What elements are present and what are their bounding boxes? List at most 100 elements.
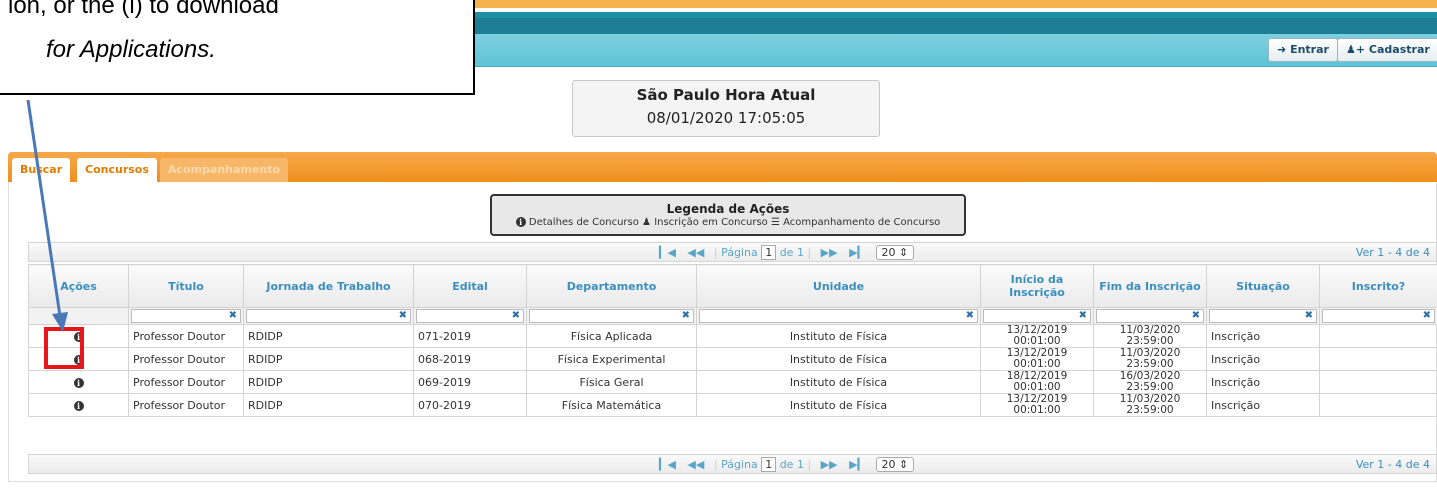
- clock-datetime: 08/01/2020 17:05:05: [646, 109, 806, 127]
- info-icon[interactable]: i: [73, 377, 84, 388]
- clear-filter-icon[interactable]: ✖: [1076, 311, 1090, 321]
- prev-page-icon[interactable]: ◀◀: [687, 458, 704, 471]
- register-button[interactable]: ♟+ Cadastrar: [1337, 38, 1437, 62]
- filter-inscrito[interactable]: ✖: [1319, 307, 1437, 325]
- legend-details: Detalhes de Concurso: [528, 217, 639, 228]
- clear-filter-icon[interactable]: ✖: [396, 311, 410, 321]
- col-departamento[interactable]: Departamento: [526, 264, 697, 308]
- clock-box: São Paulo Hora Atual 08/01/2020 17:05:05: [572, 80, 880, 137]
- page-input[interactable]: 1: [761, 245, 777, 260]
- first-page-icon[interactable]: ▎◀: [659, 246, 676, 259]
- filter-titulo[interactable]: ✖: [128, 307, 244, 325]
- cell-fim: 16/03/2020 23:59:00: [1093, 370, 1207, 394]
- cell-jornada: RDIDP: [243, 370, 414, 394]
- cell-edital: 070-2019: [413, 393, 527, 417]
- col-situacao[interactable]: Situação: [1206, 264, 1320, 308]
- legend-title: Legenda de Ações: [666, 202, 790, 216]
- actions-cell: i: [28, 393, 129, 417]
- tab-buscar[interactable]: Buscar: [12, 158, 71, 182]
- register-label: Cadastrar: [1368, 43, 1430, 56]
- callout-line-2: for Applications.: [46, 36, 216, 63]
- tab-concursos[interactable]: Concursos: [77, 158, 157, 182]
- records-range: Ver 1 - 4 de 4: [1355, 246, 1430, 259]
- col-titulo[interactable]: Título: [128, 264, 244, 308]
- callout-line-1: ion, or the (i) to download: [8, 0, 279, 19]
- tab-acompanhamento[interactable]: Acompanhamento: [160, 158, 289, 182]
- clear-filter-icon[interactable]: ✖: [509, 311, 523, 321]
- col-inicio[interactable]: Início da Inscrição: [980, 264, 1094, 308]
- next-page-icon[interactable]: ▶▶: [821, 246, 838, 259]
- first-page-icon[interactable]: ▎◀: [659, 458, 676, 471]
- cell-unidade: Instituto de Física: [696, 393, 981, 417]
- actions-legend: Legenda de Ações i Detalhes de Concurso …: [490, 194, 966, 236]
- page-of-label: de 1: [779, 246, 804, 259]
- clear-filter-icon[interactable]: ✖: [226, 311, 240, 321]
- info-icon[interactable]: i: [73, 400, 84, 411]
- cell-situacao: Inscrição: [1206, 324, 1320, 348]
- cell-inicio: 18/12/2019 00:01:00: [980, 370, 1094, 394]
- tutorial-callout: ion, or the (i) to download for Applicat…: [0, 0, 475, 95]
- filter-acoes: [28, 307, 129, 325]
- login-label: Entrar: [1290, 43, 1329, 56]
- clear-filter-icon[interactable]: ✖: [1189, 311, 1203, 321]
- filter-edital[interactable]: ✖: [413, 307, 527, 325]
- user-plus-icon: ♟: [642, 217, 651, 228]
- table-row: i Professor Doutor RDIDP 069-2019 Física…: [28, 370, 1437, 394]
- cell-jornada: RDIDP: [243, 324, 414, 348]
- cell-inscrito: [1319, 370, 1437, 394]
- col-acoes[interactable]: Ações: [28, 264, 129, 308]
- prev-page-icon[interactable]: ◀◀: [687, 246, 704, 259]
- cell-unidade: Instituto de Física: [696, 324, 981, 348]
- cell-departamento: Física Experimental: [526, 347, 697, 371]
- cell-edital: 069-2019: [413, 370, 527, 394]
- clear-filter-icon[interactable]: ✖: [1420, 311, 1434, 321]
- header-row: Ações Título Jornada de Trabalho Edital …: [28, 264, 1437, 308]
- clear-filter-icon[interactable]: ✖: [679, 311, 693, 321]
- cell-situacao: Inscrição: [1206, 347, 1320, 371]
- legend-subscribe: Inscrição em Concurso: [654, 217, 768, 228]
- legend-tracking: Acompanhamento de Concurso: [783, 217, 941, 228]
- login-button[interactable]: ➜ Entrar: [1268, 38, 1338, 62]
- per-page-select[interactable]: 20 ⇕: [875, 245, 915, 260]
- cell-edital: 068-2019: [413, 347, 527, 371]
- clear-filter-icon[interactable]: ✖: [963, 311, 977, 321]
- filter-inicio[interactable]: ✖: [980, 307, 1094, 325]
- col-unidade[interactable]: Unidade: [696, 264, 981, 308]
- cell-fim: 11/03/2020 23:59:00: [1093, 393, 1207, 417]
- last-page-icon[interactable]: ▶▎: [849, 458, 866, 471]
- filter-row: ✖ ✖ ✖ ✖ ✖ ✖ ✖ ✖ ✖: [28, 307, 1437, 325]
- col-fim[interactable]: Fim da Inscrição: [1093, 264, 1207, 308]
- records-range: Ver 1 - 4 de 4: [1355, 458, 1430, 471]
- cell-inscrito: [1319, 324, 1437, 348]
- filter-unidade[interactable]: ✖: [696, 307, 981, 325]
- filter-fim[interactable]: ✖: [1093, 307, 1207, 325]
- table-row: i Professor Doutor RDIDP 070-2019 Física…: [28, 393, 1437, 417]
- cell-edital: 071-2019: [413, 324, 527, 348]
- col-inscrito[interactable]: Inscrito?: [1319, 264, 1437, 308]
- cell-unidade: Instituto de Física: [696, 347, 981, 371]
- cell-titulo: Professor Doutor: [128, 370, 244, 394]
- per-page-select[interactable]: 20 ⇕: [875, 457, 915, 472]
- concursos-table: Ações Título Jornada de Trabalho Edital …: [28, 264, 1437, 417]
- cell-departamento: Física Matemática: [526, 393, 697, 417]
- page-label: Página: [721, 246, 758, 259]
- filter-departamento[interactable]: ✖: [526, 307, 697, 325]
- page-label: Página: [721, 458, 758, 471]
- cell-titulo: Professor Doutor: [128, 347, 244, 371]
- col-jornada[interactable]: Jornada de Trabalho: [243, 264, 414, 308]
- filter-jornada[interactable]: ✖: [243, 307, 414, 325]
- col-edital[interactable]: Edital: [413, 264, 527, 308]
- info-icon: i: [515, 217, 526, 227]
- page-of-label: de 1: [779, 458, 804, 471]
- next-page-icon[interactable]: ▶▶: [821, 458, 838, 471]
- cell-titulo: Professor Doutor: [128, 393, 244, 417]
- cell-situacao: Inscrição: [1206, 393, 1320, 417]
- list-icon: ☰: [770, 217, 780, 228]
- cell-departamento: Física Geral: [526, 370, 697, 394]
- clear-filter-icon[interactable]: ✖: [1302, 311, 1316, 321]
- cell-inscrito: [1319, 393, 1437, 417]
- last-page-icon[interactable]: ▶▎: [849, 246, 866, 259]
- user-plus-icon: ♟+: [1346, 43, 1366, 56]
- page-input[interactable]: 1: [761, 457, 777, 472]
- filter-situacao[interactable]: ✖: [1206, 307, 1320, 325]
